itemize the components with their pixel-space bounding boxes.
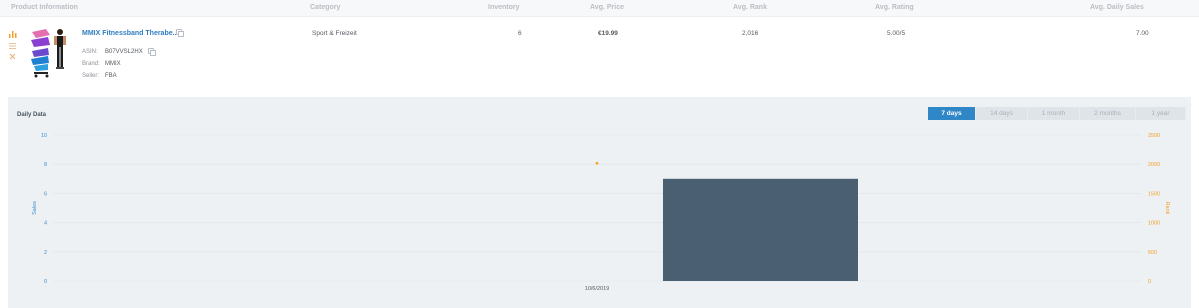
col-avg-price[interactable]: Avg. Price [590, 4, 624, 11]
seller-label: Seller: [82, 73, 100, 79]
asin-value[interactable]: B07VVSL2HX [105, 49, 143, 55]
table-header: Product Information Category Inventory A… [0, 0, 1199, 17]
brand-label: Brand: [82, 61, 100, 67]
product-title[interactable]: MMIX Fitnessband Therabe... [82, 30, 178, 37]
y2-tick-label: 1500 [1148, 191, 1160, 197]
daily-data-chart: 0 2 4 6 8 10 0 500 1000 1500 2000 2500 Sales Rank 10/6… [32, 133, 1170, 292]
y-tick-label: 0 [44, 279, 47, 285]
y2-tick-label: 500 [1148, 250, 1157, 256]
y-tick-label: 8 [44, 162, 47, 168]
product-row: MMIX Fitnessband Therabe... ASIN: B07VVSL… [0, 18, 1199, 97]
avg-daily-sales-cell: 7.00 [1136, 30, 1149, 37]
seller-value: FBA [105, 73, 117, 79]
avg-price-cell: €19.99 [598, 30, 618, 37]
category-cell: Sport & Freizeit [312, 30, 357, 37]
x-icon[interactable] [8, 52, 17, 61]
list-icon[interactable] [8, 41, 17, 50]
brand-line: Brand: MMIX [82, 61, 121, 67]
product-image[interactable] [28, 26, 76, 80]
y-tick-label: 6 [44, 191, 47, 197]
inventory-cell: 6 [518, 30, 522, 37]
y2-tick-label: 2500 [1148, 133, 1160, 139]
y-tick-label: 10 [41, 133, 47, 139]
y2-tick-label: 1000 [1148, 221, 1160, 227]
y-tick-label: 4 [44, 221, 47, 227]
daily-data-panel: Daily Data 7 days 14 days 1 month 2 mont… [8, 97, 1191, 308]
col-avg-rating[interactable]: Avg. Rating [875, 4, 914, 11]
y2-tick-label: 0 [1148, 279, 1151, 285]
col-avg-daily-sales[interactable]: Avg. Daily Sales [1090, 4, 1144, 11]
copy-asin-icon[interactable] [148, 48, 156, 56]
brand-value: MMIX [105, 61, 121, 67]
col-product-information[interactable]: Product Information [11, 4, 78, 11]
avg-rating-cell: 5.00/5 [887, 30, 906, 37]
seller-line: Seller: FBA [82, 73, 117, 79]
col-inventory[interactable]: Inventory [488, 4, 520, 11]
sales-bar [663, 178, 858, 281]
copy-icon[interactable] [176, 29, 184, 37]
col-category[interactable]: Category [310, 4, 340, 11]
row-actions [8, 30, 17, 63]
chart-icon[interactable] [8, 30, 17, 39]
y-axis-title: Sales [32, 201, 38, 215]
y2-axis-title: Rank [1164, 202, 1170, 215]
x-tick-label: 10/6/2019 [585, 286, 609, 292]
col-avg-rank[interactable]: Avg. Rank [733, 4, 767, 11]
rank-point [595, 161, 599, 165]
asin-line: ASIN: B07VVSL2HX [82, 49, 143, 55]
y2-tick-label: 2000 [1148, 162, 1160, 168]
y-tick-label: 2 [44, 250, 47, 256]
asin-label: ASIN: [82, 49, 98, 55]
avg-rank-cell: 2,016 [742, 30, 759, 37]
